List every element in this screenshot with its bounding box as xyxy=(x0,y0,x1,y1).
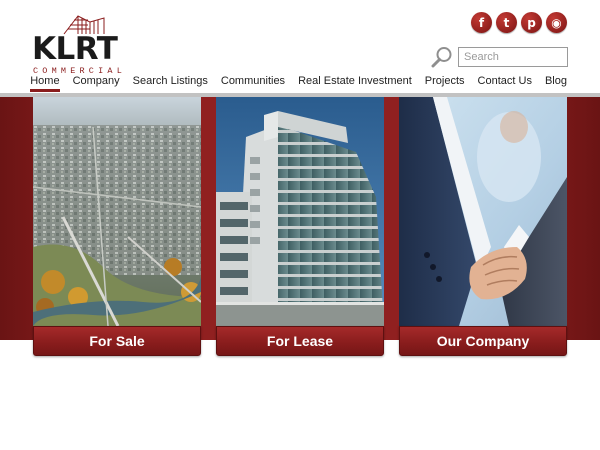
nav-item-search-listings[interactable]: Search Listings xyxy=(133,75,208,90)
nav-item-communities[interactable]: Communities xyxy=(221,75,285,90)
nav-item-contact-us[interactable]: Contact Us xyxy=(478,75,532,90)
for-sale-panel[interactable]: For Sale xyxy=(33,97,201,359)
twitter-icon[interactable]: t xyxy=(496,12,517,33)
logo-wordmark: KLRT xyxy=(32,31,118,67)
office-building-photo[interactable] xyxy=(216,97,384,326)
search-input[interactable] xyxy=(458,47,568,67)
pinterest-icon[interactable]: p xyxy=(521,12,542,33)
nav-item-projects[interactable]: Projects xyxy=(425,75,465,90)
rss-icon[interactable]: ◉ xyxy=(546,12,567,33)
facebook-icon[interactable]: f xyxy=(471,12,492,33)
main-nav: Home Company Search Listings Communities… xyxy=(30,75,567,92)
our-company-panel[interactable]: Our Company xyxy=(399,97,567,359)
nav-item-home[interactable]: Home xyxy=(30,75,60,92)
search-icon[interactable] xyxy=(431,46,455,68)
nav-item-blog[interactable]: Blog xyxy=(545,75,567,90)
our-company-button[interactable]: Our Company xyxy=(399,326,567,356)
logo[interactable]: KLRT COMMERCIAL xyxy=(30,12,136,75)
for-lease-button[interactable]: For Lease xyxy=(216,326,384,356)
aerial-city-photo[interactable] xyxy=(33,97,201,326)
social-links: f t p ◉ xyxy=(471,12,567,33)
handshake-photo[interactable] xyxy=(399,97,567,326)
nav-item-company[interactable]: Company xyxy=(73,75,120,90)
for-lease-panel[interactable]: For Lease xyxy=(216,97,384,359)
search-bar xyxy=(431,46,568,68)
for-sale-button[interactable]: For Sale xyxy=(33,326,201,356)
nav-item-real-estate-investment[interactable]: Real Estate Investment xyxy=(298,75,412,90)
